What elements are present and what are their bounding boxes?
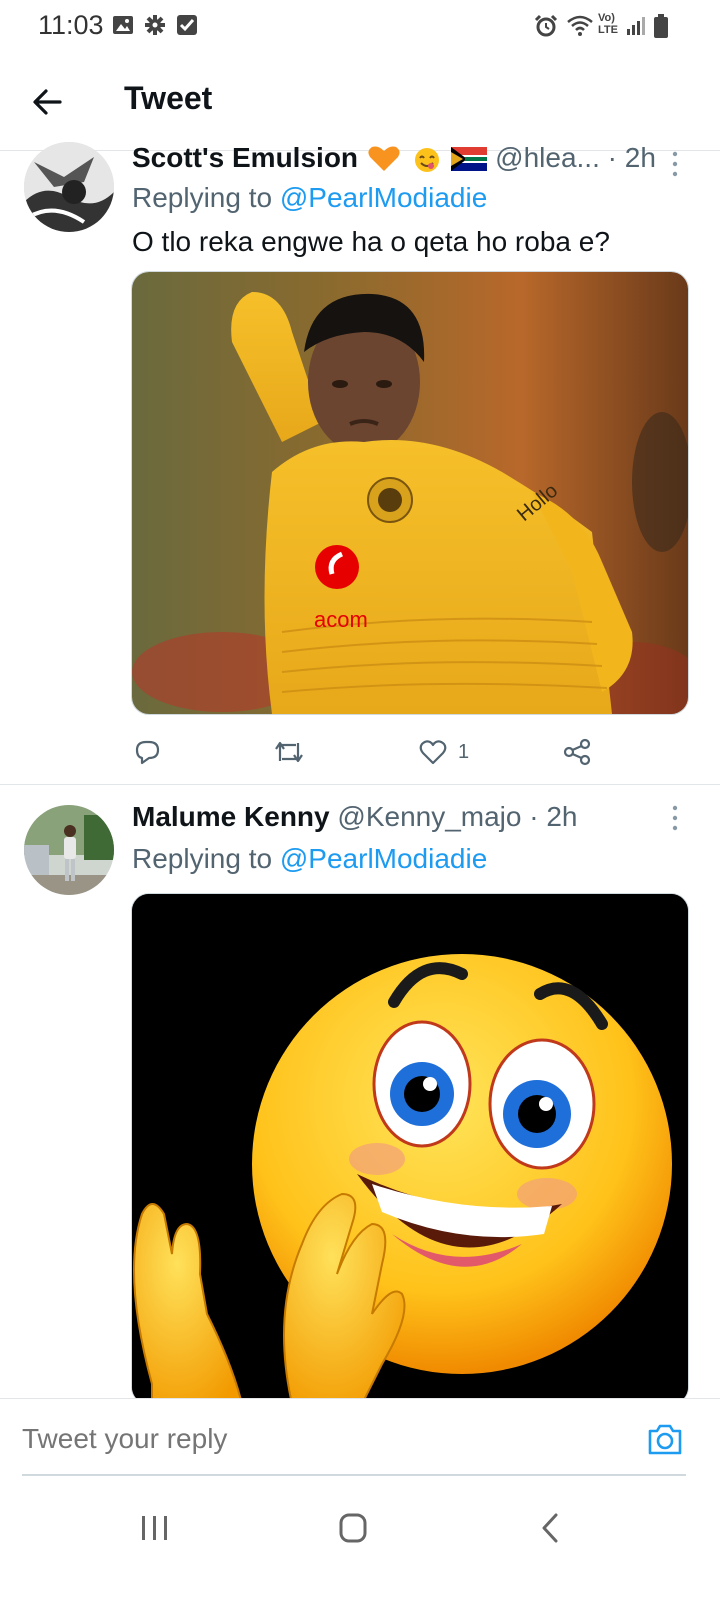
- display-name[interactable]: Scott's Emulsion: [132, 142, 358, 173]
- share-button[interactable]: [562, 732, 592, 772]
- top-app-bar: Tweet: [0, 54, 720, 151]
- more-options-icon[interactable]: [670, 150, 680, 178]
- system-back-icon[interactable]: [526, 1508, 576, 1548]
- display-name[interactable]: Malume Kenny: [132, 801, 330, 832]
- tweet-text: O tlo reka engwe ha o qeta ho roba e?: [132, 226, 610, 257]
- avatar[interactable]: [24, 142, 114, 232]
- network-label-top: Vo): [598, 12, 615, 24]
- camera-icon[interactable]: [646, 1421, 684, 1457]
- network-label: Vo) LTE: [598, 12, 618, 36]
- timestamp: 2h: [546, 801, 578, 832]
- jersey-sponsor-text: acom: [314, 607, 368, 632]
- system-navigation-bar: [0, 1478, 720, 1600]
- tweet-reply-input[interactable]: [22, 1417, 622, 1461]
- orange-heart-icon: [368, 146, 400, 171]
- alarm-icon: [534, 14, 558, 37]
- network-label-bottom: LTE: [598, 24, 618, 36]
- handle[interactable]: @Kenny_majo: [337, 801, 521, 832]
- retweet-icon: [275, 741, 303, 763]
- heart-icon: [419, 740, 447, 765]
- checkbox-icon: [177, 15, 197, 35]
- south-africa-flag-icon: [451, 147, 488, 171]
- reply-icon: [135, 740, 160, 765]
- replying-to: Replying to @PearlModiadie: [132, 182, 487, 214]
- handle[interactable]: @hlea...: [495, 142, 600, 173]
- more-options-icon[interactable]: [670, 804, 680, 832]
- tweet-photo[interactable]: acom Hollo: [131, 271, 689, 715]
- back-arrow-icon[interactable]: [30, 84, 66, 120]
- retweet-button[interactable]: [272, 732, 306, 772]
- status-time: 11:03: [38, 10, 104, 40]
- avatar-image: [24, 142, 114, 232]
- replying-to: Replying to @PearlModiadie: [132, 843, 487, 875]
- page-title: Tweet: [124, 80, 213, 116]
- tweet-actions: 1: [132, 732, 652, 772]
- replying-to-label: Replying to: [132, 182, 273, 213]
- reply-tweet[interactable]: Scott's Emulsion @hlea... · 2h Replying …: [0, 142, 720, 784]
- avatar[interactable]: [24, 805, 114, 895]
- reply-bar: [0, 1398, 720, 1479]
- home-icon[interactable]: [328, 1508, 378, 1548]
- replying-to-link[interactable]: @PearlModiadie: [280, 182, 487, 213]
- status-bar: 11:03 Vo) LTE: [0, 0, 720, 54]
- battery-icon: [654, 14, 668, 38]
- like-count: 1: [458, 740, 470, 763]
- tweet-photo[interactable]: [131, 893, 689, 1405]
- tweet-header: Scott's Emulsion @hlea... · 2h: [132, 142, 656, 174]
- share-icon: [563, 738, 591, 766]
- separator-dot: ·: [529, 801, 539, 832]
- like-button[interactable]: 1: [418, 732, 469, 772]
- avatar-image: [24, 805, 114, 895]
- replying-to-label: Replying to: [132, 843, 273, 874]
- reply-button[interactable]: [132, 732, 162, 772]
- reply-input-underline: [22, 1474, 686, 1476]
- timestamp: 2h: [624, 142, 656, 173]
- settings-icon: [145, 15, 165, 35]
- clapping-smiley-image: [132, 894, 688, 1404]
- reply-tweet[interactable]: Malume Kenny @Kenny_majo · 2h Replying t…: [0, 785, 720, 1405]
- football-player-photo: acom Hollo: [132, 272, 688, 714]
- replying-to-link[interactable]: @PearlModiadie: [280, 843, 487, 874]
- signal-icon: [627, 17, 645, 35]
- gallery-icon: [113, 16, 133, 34]
- wifi-icon: [567, 15, 593, 36]
- yum-face-emoji-icon: [414, 148, 439, 172]
- recent-apps-icon[interactable]: [130, 1508, 180, 1548]
- separator-dot: ·: [607, 142, 617, 173]
- tweet-header: Malume Kenny @Kenny_majo · 2h: [132, 801, 578, 833]
